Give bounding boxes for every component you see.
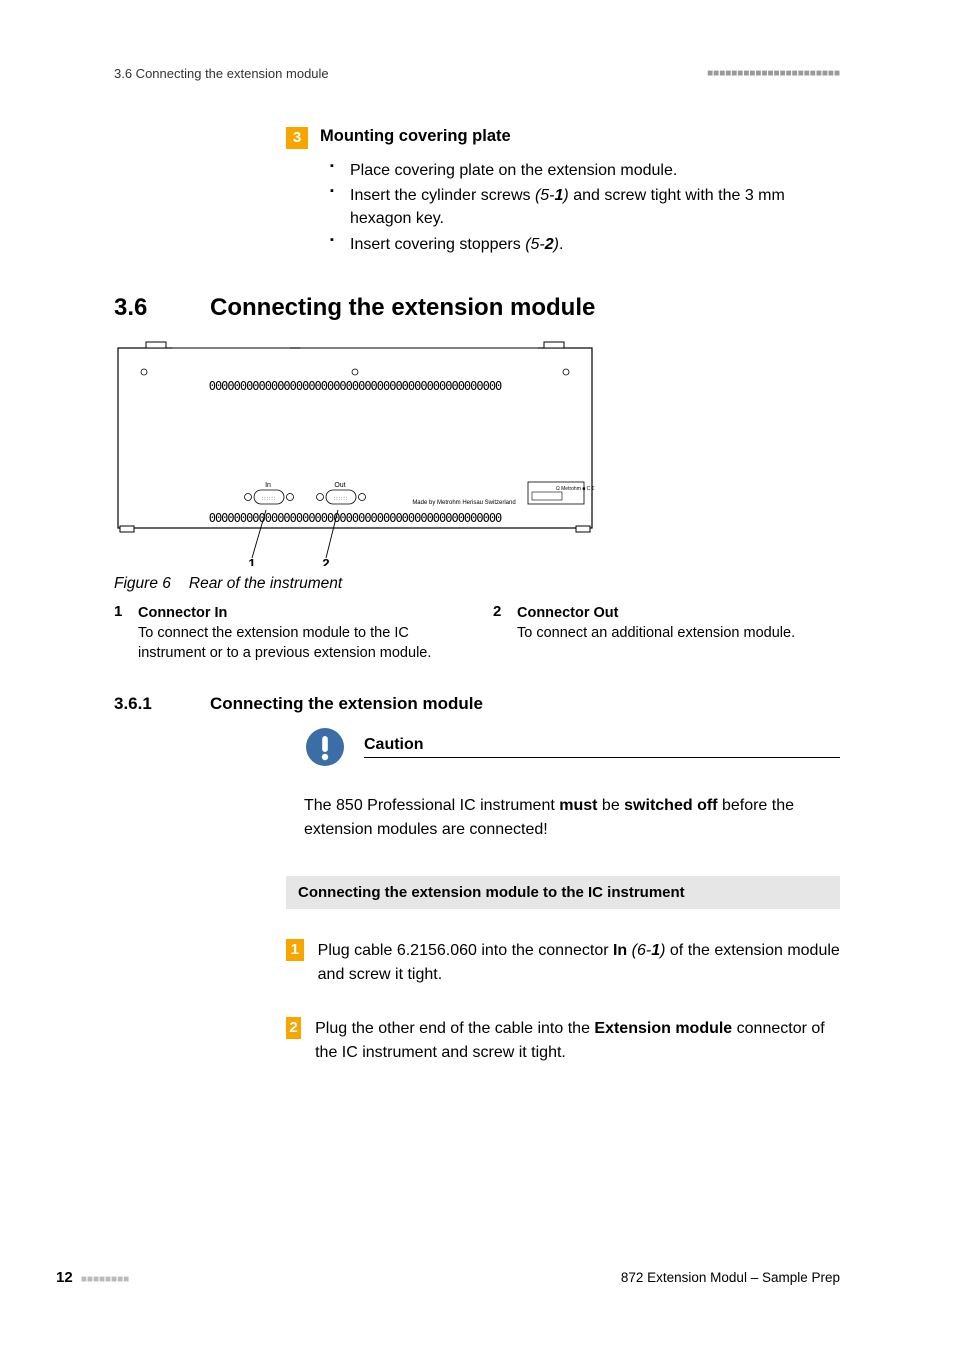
label-made: Made by Metrohm Herisau Switzerland bbox=[412, 500, 515, 506]
step-text: Plug cable 6.2156.060 into the connector… bbox=[318, 939, 840, 987]
text: . bbox=[559, 236, 563, 253]
text: Place covering plate on the extension mo… bbox=[350, 162, 677, 179]
svg-text:::::::: :::::: bbox=[334, 496, 348, 502]
pointer-1: 1 bbox=[248, 556, 255, 566]
text-bold: Extension module bbox=[594, 1020, 732, 1037]
header-decoration: ■■■■■■■■■■■■■■■■■■■■■■ bbox=[707, 68, 840, 79]
legend-num: 2 bbox=[493, 603, 507, 664]
subsection-number: 3.6.1 bbox=[114, 694, 210, 714]
page-number: 12 ■■■■■■■■ bbox=[56, 1269, 129, 1286]
svg-text:::::::: :::::: bbox=[262, 496, 276, 502]
list-item: Insert covering stoppers (5-2). bbox=[330, 233, 840, 256]
procedure-step-1: 1 Plug cable 6.2156.060 into the connect… bbox=[286, 939, 840, 987]
text-bold: 1 bbox=[651, 942, 660, 959]
text: The 850 Professional IC instrument bbox=[304, 797, 559, 814]
footer-right: 872 Extension Modul – Sample Prep bbox=[621, 1270, 840, 1285]
list-item: Place covering plate on the extension mo… bbox=[330, 159, 840, 182]
figure-6-diagram: 0000000000000000000000000000000000000000… bbox=[114, 340, 596, 571]
figure-number: Figure 6 bbox=[114, 575, 171, 592]
page-number-value: 12 bbox=[56, 1269, 73, 1286]
caution-icon bbox=[304, 726, 346, 768]
legend-item-1: 1 Connector In To connect the extension … bbox=[114, 603, 461, 664]
page-header: 3.6 Connecting the extension module ■■■■… bbox=[114, 66, 840, 81]
svg-text:Ω Metrohm ■ C €: Ω Metrohm ■ C € bbox=[556, 486, 595, 492]
legend-title: Connector Out bbox=[517, 603, 795, 623]
text: 2 bbox=[545, 236, 554, 253]
text: (6- bbox=[632, 942, 652, 959]
procedure-title-bar: Connecting the extension module to the I… bbox=[286, 876, 840, 909]
text-bold: must bbox=[559, 797, 597, 814]
text: Insert covering stoppers bbox=[350, 236, 525, 253]
pointer-2: 2 bbox=[322, 556, 329, 566]
text: Plug cable 6.2156.060 into the connector bbox=[318, 942, 613, 959]
step-number-badge: 2 bbox=[286, 1017, 301, 1039]
text: (5- bbox=[525, 236, 545, 253]
section-number: 3.6 bbox=[114, 294, 210, 322]
step-3-bullets: Place covering plate on the extension mo… bbox=[330, 159, 840, 256]
section-heading-3-6: 3.6Connecting the extension module bbox=[114, 294, 840, 322]
figure-legend: 1 Connector In To connect the extension … bbox=[114, 603, 840, 664]
text: Plug the other end of the cable into the bbox=[315, 1020, 594, 1037]
procedure-step-2: 2 Plug the other end of the cable into t… bbox=[286, 1017, 840, 1065]
legend-item-2: 2 Connector Out To connect an additional… bbox=[493, 603, 840, 664]
subsection-title: Connecting the extension module bbox=[210, 694, 483, 713]
caution-title: Caution bbox=[364, 736, 840, 754]
label-out: Out bbox=[334, 482, 345, 489]
step-3: 3 Mounting covering plate bbox=[286, 127, 840, 149]
step-title: Mounting covering plate bbox=[320, 127, 511, 149]
header-left: 3.6 Connecting the extension module bbox=[114, 66, 329, 81]
legend-num: 1 bbox=[114, 603, 128, 664]
legend-body-text: To connect an additional extension modul… bbox=[517, 625, 795, 641]
step-number-badge: 1 bbox=[286, 939, 304, 961]
caution-block: Caution The 850 Professional IC instrume… bbox=[304, 726, 840, 842]
page-footer: 12 ■■■■■■■■ 872 Extension Modul – Sample… bbox=[56, 1269, 840, 1286]
rear-panel-svg: 0000000000000000000000000000000000000000… bbox=[114, 340, 596, 566]
subsection-heading-3-6-1: 3.6.1Connecting the extension module bbox=[114, 694, 840, 714]
legend-title: Connector In bbox=[138, 603, 461, 623]
figure-title: Rear of the instrument bbox=[189, 575, 342, 592]
legend-body-text: To connect the extension module to the I… bbox=[138, 625, 431, 661]
text-bold: switched off bbox=[624, 797, 717, 814]
text: be bbox=[597, 797, 624, 814]
list-item: Insert the cylinder screws (5-1) and scr… bbox=[330, 184, 840, 230]
svg-text:000000000000000000000000000000: 0000000000000000000000000000000000000000… bbox=[209, 379, 502, 393]
caution-text: The 850 Professional IC instrument must … bbox=[304, 794, 840, 842]
divider bbox=[364, 757, 840, 758]
text-bold: In bbox=[613, 942, 627, 959]
label-in: In bbox=[265, 482, 271, 489]
text: Insert the cylinder screws bbox=[350, 187, 535, 204]
step-text: Plug the other end of the cable into the… bbox=[315, 1017, 840, 1065]
text: (5- bbox=[535, 187, 555, 204]
step-number-badge: 3 bbox=[286, 127, 308, 149]
section-title: Connecting the extension module bbox=[210, 294, 595, 321]
figure-caption: Figure 6 Rear of the instrument bbox=[114, 575, 840, 593]
footer-decoration: ■■■■■■■■ bbox=[81, 1274, 129, 1285]
svg-text:000000000000000000000000000000: 0000000000000000000000000000000000000000… bbox=[209, 511, 502, 525]
